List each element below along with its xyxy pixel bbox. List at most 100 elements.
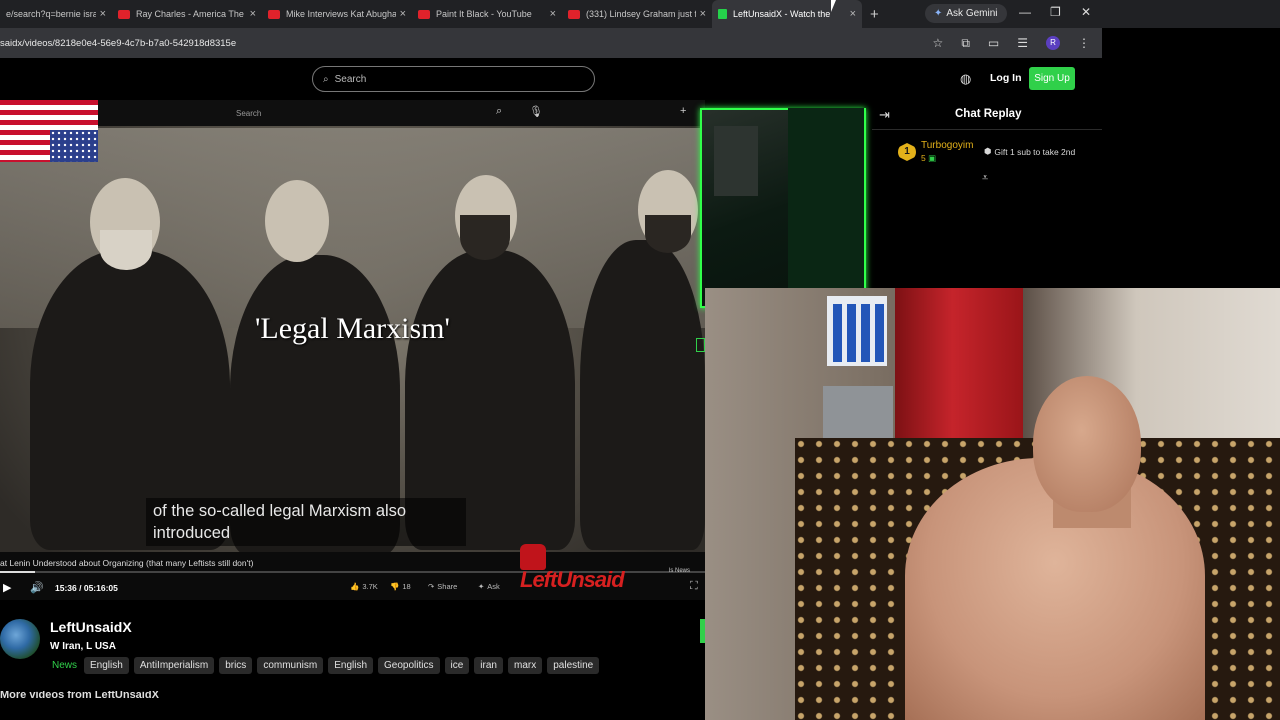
browser-tab-active[interactable]: LeftUnsaidX - Watch the ×	[712, 0, 862, 28]
photo-beard	[460, 215, 510, 260]
youtube-icon	[118, 9, 130, 19]
webcam-curtain	[895, 288, 1023, 448]
browser-tab[interactable]: Paint It Black - YouTube ×	[412, 0, 562, 28]
tag[interactable]: English	[84, 657, 129, 674]
new-tab-button[interactable]: +	[870, 6, 879, 23]
microphone-icon[interactable]: 🎙	[529, 105, 543, 118]
close-tab-icon[interactable]: ×	[550, 8, 556, 20]
tag[interactable]: marx	[507, 657, 543, 674]
close-tab-icon[interactable]: ×	[700, 8, 706, 20]
video-title: at Lenin Understood about Organizing (th…	[0, 558, 254, 568]
tag-news[interactable]: News	[50, 657, 79, 674]
cast-icon[interactable]: ▭	[988, 36, 999, 50]
login-button[interactable]: Log In	[990, 72, 1022, 84]
tag[interactable]: palestine	[547, 657, 600, 674]
tag[interactable]: iran	[474, 657, 503, 674]
embedded-search-placeholder: Search	[236, 108, 262, 118]
video-caption: of the so-called legal Marxism also intr…	[146, 498, 466, 546]
channel-name[interactable]: LeftUnsaidX	[50, 619, 132, 635]
tag-list: News English AntiImperialism brics commu…	[50, 657, 600, 674]
mouse-cursor-icon	[831, 0, 836, 12]
close-tab-icon[interactable]: ×	[100, 8, 106, 20]
sidebar-icon[interactable]: ☰	[1017, 36, 1028, 50]
minimize-icon[interactable]: —	[1019, 5, 1031, 19]
chat-title: Chat Replay	[955, 108, 1022, 120]
gift-count: 5 ▣	[921, 153, 936, 164]
channel-subtitle: W Iran, L USA	[50, 641, 116, 652]
dislike-button[interactable]: 👎 18	[390, 582, 411, 591]
close-window-icon[interactable]: ✕	[1081, 5, 1091, 19]
tag[interactable]: English	[328, 657, 374, 674]
channel-logo: LeftUnsaid	[520, 567, 625, 592]
search-icon[interactable]: ⌕	[496, 105, 502, 118]
overlay-panel	[714, 126, 758, 196]
site-header: ⌕ Search ◍ Log In Sign Up	[0, 58, 1102, 100]
webcam-box	[847, 304, 856, 362]
browser-tab[interactable]: e/search?q=bernie isra ×	[0, 0, 112, 28]
gift-icon: ▣	[928, 153, 937, 163]
browser-tab[interactable]: (331) Lindsey Graham just f ×	[562, 0, 712, 28]
close-tab-icon[interactable]: ×	[400, 8, 406, 20]
tag[interactable]: Geopolitics	[378, 657, 440, 674]
browser-tab[interactable]: Ray Charles - America The B ×	[112, 0, 262, 28]
channel-avatar[interactable]	[0, 619, 40, 659]
tab-title: (331) Lindsey Graham just f	[586, 9, 696, 19]
chat-collapse-icon[interactable]: ⇥	[879, 107, 890, 123]
signup-button[interactable]: Sign Up	[1029, 67, 1075, 90]
youtube-icon	[418, 9, 430, 19]
video-player[interactable]: Search ⌕ 🎙 + 'Legal Marxism' of the so-c…	[0, 100, 705, 600]
tag[interactable]: ice	[444, 657, 470, 674]
webcam-box	[861, 304, 870, 362]
like-button[interactable]: 👍 3.7K	[350, 582, 378, 591]
site-search-input[interactable]: ⌕ Search	[312, 66, 595, 92]
time-total: 05:16:05	[83, 583, 118, 593]
browser-tab[interactable]: Mike Interviews Kat Abugha ×	[262, 0, 412, 28]
gifter-name: Turbogoyim	[921, 140, 974, 151]
webcam-person-head	[1033, 376, 1141, 512]
restore-icon[interactable]: ❐	[1050, 5, 1061, 19]
gift-count-value: 5	[921, 153, 926, 163]
time-display: 15:36 / 05:16:05	[55, 583, 118, 593]
menu-icon[interactable]: ⋮	[1078, 36, 1090, 50]
close-tab-icon[interactable]: ×	[850, 8, 856, 20]
webcam-feed	[705, 288, 1280, 720]
gift-prompt[interactable]: ⬢ Gift 1 sub to take 2nd	[984, 146, 1075, 157]
flag-canton	[50, 130, 98, 162]
volume-icon[interactable]: 🔊	[30, 581, 44, 594]
thumbs-down-icon: 👎	[390, 582, 400, 591]
gift-leaderboard-row[interactable]: 1 Turbogoyim 5 ▣ ⬢ Gift 1 sub to take 2n…	[898, 140, 1098, 168]
tag[interactable]: AntiImperialism	[133, 657, 215, 674]
chat-divider	[872, 129, 1102, 130]
play-icon[interactable]: ▶	[3, 581, 11, 594]
kick-icon	[718, 9, 727, 19]
news-tag: ls News	[669, 568, 691, 574]
progress-fill	[0, 571, 36, 573]
video-controls: at Lenin Understood about Organizing (th…	[0, 544, 705, 600]
bookmark-star-icon[interactable]: ☆	[933, 36, 944, 50]
ask-gemini-button[interactable]: ✦ Ask Gemini	[925, 4, 1007, 23]
extensions-icon[interactable]: ⧉	[961, 36, 970, 51]
tab-title: Ray Charles - America The B	[136, 9, 246, 19]
globe-icon[interactable]: ◍	[960, 71, 971, 87]
close-tab-icon[interactable]: ×	[250, 8, 256, 20]
sparkle-icon: ✦	[934, 8, 943, 19]
profile-avatar[interactable]: R	[1046, 36, 1060, 50]
tab-title: LeftUnsaidX - Watch the	[733, 9, 831, 19]
overlay-panel	[788, 108, 864, 308]
tab-title: Paint It Black - YouTube	[436, 9, 532, 19]
fullscreen-icon[interactable]: ⛶	[690, 580, 698, 593]
gift-prompt-label: Gift 1 sub to take 2nd	[994, 146, 1076, 157]
tag[interactable]: brics	[219, 657, 253, 674]
tab-title: Mike Interviews Kat Abugha	[286, 9, 396, 19]
share-button[interactable]: ↷ Share	[428, 582, 457, 591]
ask-button[interactable]: ✦ Ask	[478, 582, 500, 591]
url-field[interactable]: saidx/videos/8218e0e4-56e9-4c7b-b7a0-542…	[0, 38, 933, 49]
photo-figure	[580, 240, 705, 550]
us-flag	[0, 100, 98, 162]
time-current: 15:36	[55, 583, 77, 593]
tag[interactable]: communism	[257, 657, 324, 674]
expand-leaderboard-icon[interactable]: ⩡	[982, 172, 988, 185]
create-icon[interactable]: +	[680, 105, 686, 117]
green-side-tab[interactable]	[700, 619, 705, 643]
share-icon: ↷	[428, 582, 435, 591]
